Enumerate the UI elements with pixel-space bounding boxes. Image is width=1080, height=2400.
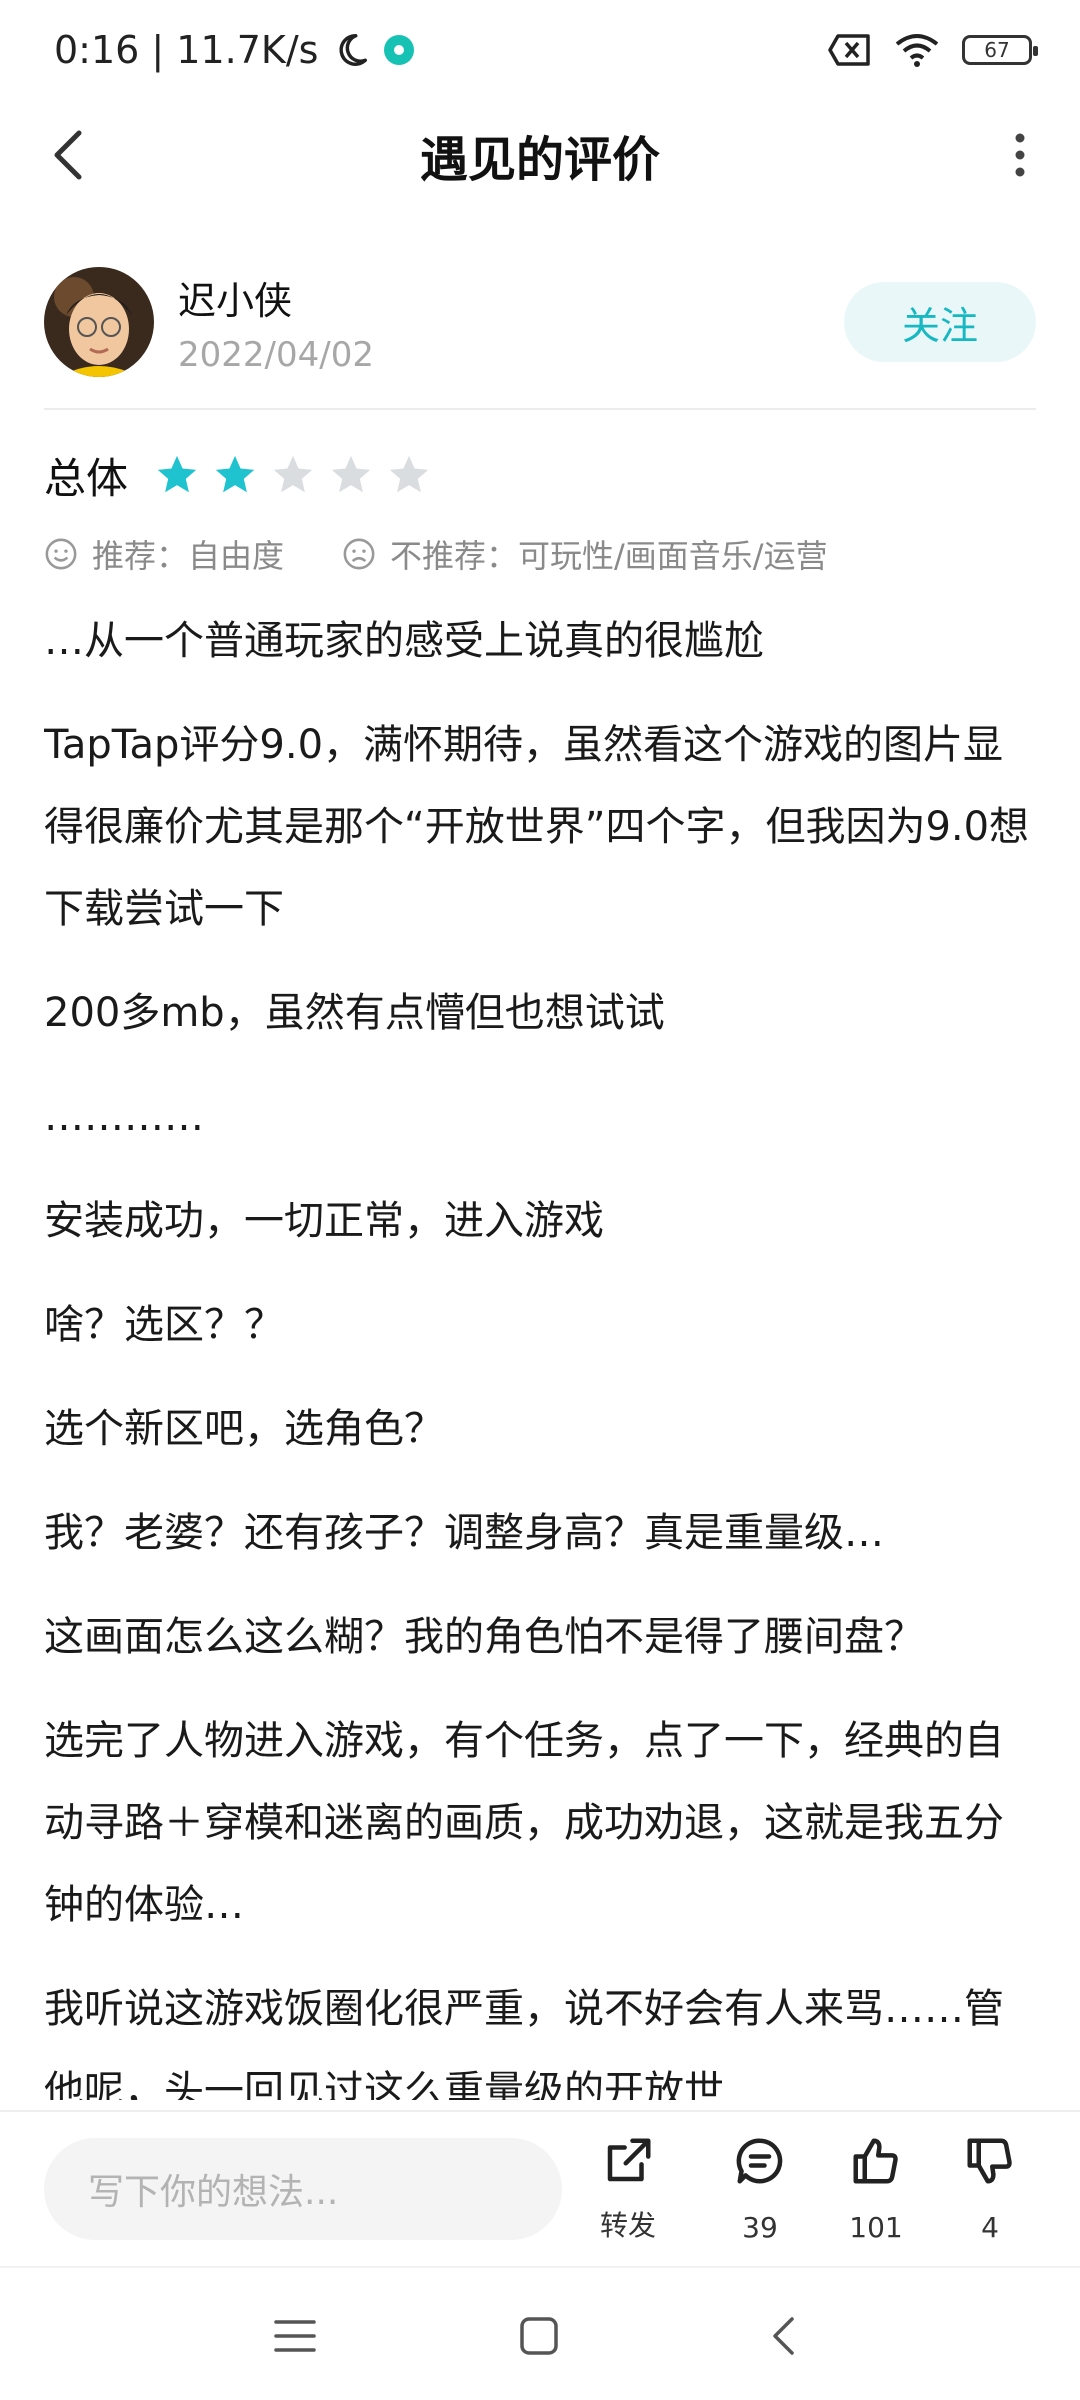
share-icon — [607, 2138, 651, 2182]
more-vertical-icon — [1015, 133, 1025, 177]
rating-label: 总体 — [44, 453, 129, 503]
comment-icon — [736, 2138, 783, 2184]
star-icon — [157, 455, 197, 493]
star-icon — [389, 455, 429, 493]
not-recommend-tag: 不推荐：可玩性/画面音乐/运营 — [342, 531, 828, 577]
like-button[interactable]: 101 — [826, 2134, 926, 2244]
battery-icon: 67 — [962, 35, 1038, 65]
dislike-button[interactable]: 4 — [940, 2134, 1040, 2244]
review-paragraph: 我听说这游戏饭圈化很严重，说不好会有人来骂……管他呢，头一回见过这么重量级的开放… — [44, 1986, 1004, 2100]
author-name[interactable]: 迟小侠 — [178, 270, 374, 325]
review-paragraph: TapTap评分9.0，满怀期待，虽然看这个游戏的图片显得很廉价尤其是那个“开放… — [44, 722, 1030, 932]
review-date: 2022/04/02 — [178, 334, 374, 375]
no-sim-icon — [828, 34, 870, 66]
wifi-icon — [895, 34, 939, 67]
thumbs-down-icon — [967, 2138, 1012, 2184]
review-paragraph: 选个新区吧，选角色？ — [44, 1406, 444, 1452]
share-label: 转发 — [599, 2209, 656, 2242]
review-paragraph: …从一个普通玩家的感受上说真的很尴尬 — [44, 618, 764, 664]
review-paragraph: 我？老婆？还有孩子？调整身高？真是重量级… — [44, 1510, 884, 1556]
comments-button[interactable]: 39 — [710, 2134, 810, 2244]
battery-level: 67 — [984, 38, 1010, 62]
square-home-icon — [520, 2317, 558, 2355]
page-title: 遇见的评价 — [419, 132, 660, 188]
chevron-left-icon — [773, 2317, 794, 2355]
status-right: 67 — [828, 32, 1038, 68]
status-left: 0:16 | 11.7K/s — [54, 28, 415, 72]
author-row: 迟小侠 2022/04/02 关注 — [44, 262, 1036, 382]
recommend-text: 推荐：自由度 — [92, 537, 285, 575]
comment-placeholder: 写下你的想法... — [88, 2172, 339, 2213]
divider — [44, 408, 1036, 410]
rating-row: 总体 — [44, 440, 432, 510]
comment-input[interactable]: 写下你的想法... — [44, 2138, 562, 2240]
chevron-left-icon — [54, 130, 82, 180]
frown-icon — [343, 538, 375, 570]
follow-button[interactable]: 关注 — [844, 282, 1036, 362]
status-bar: 0:16 | 11.7K/s 67 — [0, 0, 1080, 100]
review-paragraph: 安装成功，一切正常，进入游戏 — [44, 1198, 604, 1244]
home-button[interactable] — [504, 2304, 574, 2368]
review-detail-page: 0:16 | 11.7K/s 67 遇见的评价 迟小侠 2022/04/02 关… — [0, 0, 1080, 2400]
star-icon — [331, 455, 371, 493]
more-options-button[interactable] — [990, 122, 1050, 188]
menu-icon — [274, 2320, 316, 2352]
system-nav-bar — [0, 2266, 1080, 2400]
avatar[interactable] — [44, 267, 154, 377]
review-paragraph: 选完了人物进入游戏，有个任务，点了一下，经典的自动寻路＋穿模和迷离的画质，成功劝… — [44, 1718, 1004, 1928]
back-button[interactable] — [38, 122, 98, 188]
status-time-speed: 0:16 | 11.7K/s — [54, 28, 319, 72]
review-body: …从一个普通玩家的感受上说真的很尴尬 TapTap评分9.0，满怀期待，虽然看这… — [44, 600, 1036, 2100]
likes-count: 101 — [849, 2211, 903, 2244]
comments-count: 39 — [742, 2211, 778, 2244]
header: 遇见的评价 — [0, 100, 1080, 210]
recommend-tag: 推荐：自由度 — [44, 531, 284, 577]
star-icon — [215, 455, 255, 493]
dislikes-count: 4 — [981, 2211, 999, 2244]
tags-row: 推荐：自由度 不推荐：可玩性/画面音乐/运营 — [44, 526, 828, 582]
review-paragraph: ………… — [44, 1094, 204, 1140]
avatar-image — [44, 267, 154, 377]
author-info: 迟小侠 2022/04/02 — [178, 270, 374, 375]
not-recommend-text: 不推荐：可玩性/画面音乐/运营 — [390, 537, 828, 575]
review-paragraph: 200多mb，虽然有点懵但也想试试 — [44, 990, 665, 1036]
star-icon — [273, 455, 313, 493]
recent-apps-button[interactable] — [260, 2304, 330, 2368]
rating-stars — [154, 452, 432, 498]
system-back-button[interactable] — [748, 2304, 818, 2368]
review-paragraph: 啥？选区？？ — [44, 1302, 284, 1348]
review-paragraph: 这画面怎么这么糊？我的角色怕不是得了腰间盘？ — [44, 1614, 924, 1660]
action-bar: 写下你的想法... 转发 39 101 4 — [0, 2110, 1080, 2266]
smile-icon — [45, 538, 77, 570]
thumbs-up-icon — [853, 2138, 898, 2184]
app-notification-icon — [384, 35, 415, 65]
moon-icon — [339, 34, 368, 66]
share-button[interactable]: 转发 — [578, 2134, 678, 2244]
